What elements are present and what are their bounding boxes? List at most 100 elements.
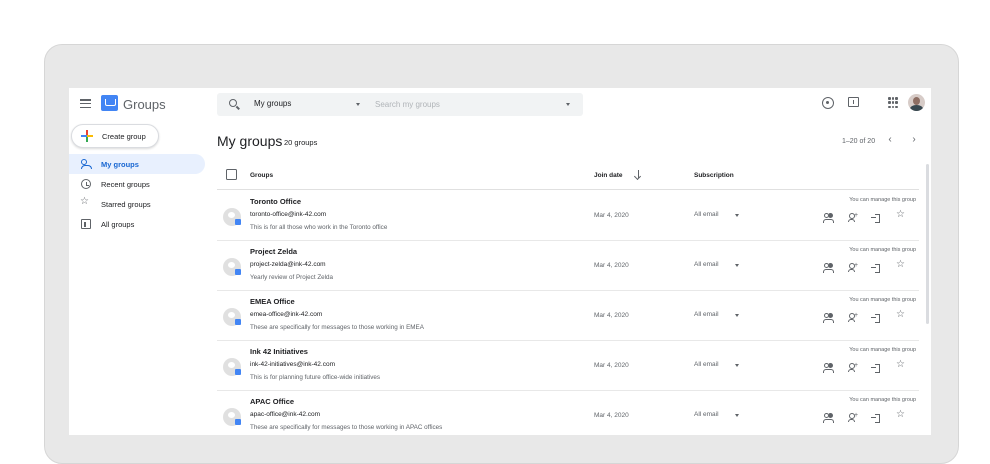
sidebar-item-label: All groups — [101, 220, 135, 229]
leave-group-icon[interactable] — [871, 263, 881, 273]
group-description: This is for planning future office-wide … — [250, 374, 381, 381]
chevron-down-icon[interactable] — [735, 264, 739, 267]
group-avatar-icon — [223, 308, 241, 326]
help-icon[interactable] — [822, 97, 834, 109]
sidebar-item-starred-groups[interactable]: ☆ Starred groups — [69, 194, 205, 214]
group-description: This is for all those who work in the To… — [250, 224, 388, 231]
search-options-icon[interactable] — [566, 103, 570, 106]
building-icon — [81, 219, 91, 229]
star-icon[interactable]: ☆ — [896, 360, 906, 370]
search-input[interactable] — [375, 98, 555, 111]
subscription-select[interactable]: All email — [694, 261, 719, 268]
feedback-icon[interactable] — [848, 97, 859, 107]
group-name[interactable]: Project Zelda — [250, 247, 297, 256]
column-header-groups: Groups — [250, 172, 274, 179]
star-icon[interactable]: ☆ — [896, 260, 906, 270]
sidebar-item-my-groups[interactable]: My groups — [69, 154, 205, 174]
search-bar[interactable]: My groups — [217, 93, 583, 116]
group-description: These are specifically for messages to t… — [250, 324, 424, 331]
group-count: 20 groups — [284, 138, 318, 147]
group-email: apac-office@ink-42.com — [250, 411, 321, 418]
clock-icon — [81, 179, 91, 189]
group-email: toronto-office@ink-42.com — [250, 211, 327, 218]
search-scope-select[interactable]: My groups — [254, 99, 291, 108]
leave-group-icon[interactable] — [871, 413, 881, 423]
add-members-icon[interactable] — [848, 262, 858, 273]
groups-table: Toronto Office toronto-office@ink-42.com… — [217, 191, 919, 435]
add-members-icon[interactable] — [848, 212, 858, 223]
chevron-down-icon[interactable] — [735, 214, 739, 217]
select-all-checkbox[interactable] — [226, 169, 237, 180]
create-group-label: Create group — [102, 132, 146, 141]
chevron-down-icon[interactable] — [735, 314, 739, 317]
subscription-select[interactable]: All email — [694, 211, 719, 218]
chevron-down-icon[interactable] — [356, 103, 360, 106]
chevron-down-icon[interactable] — [735, 364, 739, 367]
people-icon — [81, 159, 92, 169]
star-icon: ☆ — [80, 196, 89, 207]
table-row[interactable]: Ink 42 Initiatives ink-42-initiatives@in… — [217, 341, 919, 391]
group-name[interactable]: Ink 42 Initiatives — [250, 347, 308, 356]
table-row[interactable]: APAC Office apac-office@ink-42.com These… — [217, 391, 919, 435]
arrow-down-icon[interactable] — [634, 170, 642, 180]
group-avatar-icon — [223, 358, 241, 376]
manage-note: You can manage this group — [849, 397, 916, 403]
add-members-icon[interactable] — [848, 312, 858, 323]
manage-note: You can manage this group — [849, 197, 916, 203]
add-members-icon[interactable] — [848, 412, 858, 423]
group-email: ink-42-initiatives@ink-42.com — [250, 361, 335, 368]
group-name[interactable]: Toronto Office — [250, 197, 301, 206]
manage-note: You can manage this group — [849, 297, 916, 303]
group-avatar-icon — [223, 258, 241, 276]
scrollbar[interactable] — [926, 164, 929, 324]
sidebar-item-all-groups[interactable]: All groups — [69, 214, 205, 234]
table-row[interactable]: EMEA Office emea-office@ink-42.com These… — [217, 291, 919, 341]
subscription-select[interactable]: All email — [694, 361, 719, 368]
table-row[interactable]: Project Zelda project-zelda@ink-42.com Y… — [217, 241, 919, 291]
join-date: Mar 4, 2020 — [594, 262, 629, 269]
join-date: Mar 4, 2020 — [594, 212, 629, 219]
plus-icon — [81, 130, 93, 142]
manage-members-icon[interactable] — [823, 363, 834, 373]
leave-group-icon[interactable] — [871, 213, 881, 223]
sidebar-item-recent-groups[interactable]: Recent groups — [69, 174, 205, 194]
star-icon[interactable]: ☆ — [896, 310, 906, 320]
group-name[interactable]: APAC Office — [250, 397, 294, 406]
subscription-select[interactable]: All email — [694, 311, 719, 318]
manage-note: You can manage this group — [849, 347, 916, 353]
column-header-join-date[interactable]: Join date — [594, 172, 623, 179]
search-icon[interactable] — [229, 99, 237, 107]
table-row[interactable]: Toronto Office toronto-office@ink-42.com… — [217, 191, 919, 241]
group-email: emea-office@ink-42.com — [250, 311, 323, 318]
leave-group-icon[interactable] — [871, 363, 881, 373]
chevron-down-icon[interactable] — [735, 414, 739, 417]
group-email: project-zelda@ink-42.com — [250, 261, 326, 268]
sidebar-nav: My groups Recent groups ☆ Starred groups… — [69, 154, 205, 234]
group-name[interactable]: EMEA Office — [250, 297, 295, 306]
subscription-select[interactable]: All email — [694, 411, 719, 418]
manage-note: You can manage this group — [849, 247, 916, 253]
account-avatar[interactable] — [908, 94, 925, 111]
join-date: Mar 4, 2020 — [594, 312, 629, 319]
sidebar-item-label: Recent groups — [101, 180, 150, 189]
app-title[interactable]: Groups — [123, 97, 166, 112]
chevron-left-icon[interactable]: ‹ — [885, 135, 895, 145]
star-icon[interactable]: ☆ — [896, 210, 906, 220]
groups-logo-icon[interactable] — [101, 95, 118, 111]
create-group-button[interactable]: Create group — [71, 124, 159, 148]
join-date: Mar 4, 2020 — [594, 412, 629, 419]
star-icon[interactable]: ☆ — [896, 410, 906, 420]
add-members-icon[interactable] — [848, 362, 858, 373]
page-title: My groups — [217, 133, 283, 149]
leave-group-icon[interactable] — [871, 313, 881, 323]
sidebar-item-label: Starred groups — [101, 200, 151, 209]
manage-members-icon[interactable] — [823, 413, 834, 423]
pagination-range: 1–20 of 20 — [842, 138, 876, 145]
manage-members-icon[interactable] — [823, 213, 834, 223]
apps-grid-icon[interactable] — [888, 97, 900, 109]
main-menu-icon[interactable] — [80, 99, 91, 108]
group-description: Yearly review of Project Zelda — [250, 274, 334, 281]
chevron-right-icon[interactable]: › — [909, 135, 919, 145]
manage-members-icon[interactable] — [823, 263, 834, 273]
manage-members-icon[interactable] — [823, 313, 834, 323]
